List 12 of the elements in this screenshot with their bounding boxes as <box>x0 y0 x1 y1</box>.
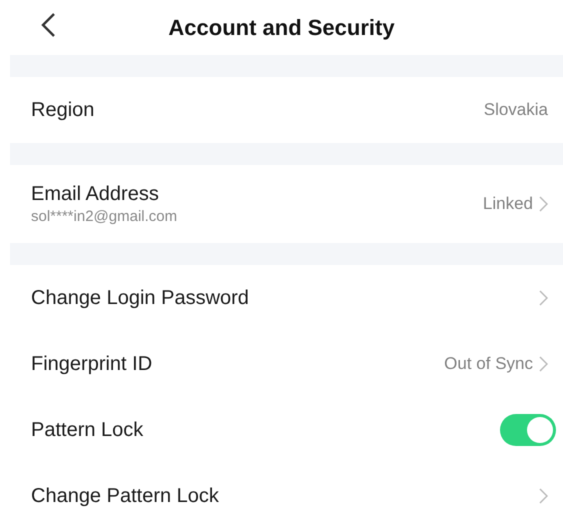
setting-label: Change Pattern Lock <box>31 484 220 508</box>
setting-label: Change Login Password <box>31 286 250 310</box>
setting-label: Pattern Lock <box>31 418 144 442</box>
setting-label: Region <box>31 98 96 122</box>
toggle-switch[interactable] <box>500 414 556 446</box>
setting-value: Out of Sync <box>444 354 533 374</box>
setting-label: Email Address <box>31 183 160 206</box>
setting-value: Linked <box>482 194 533 214</box>
setting-value: Slovakia <box>484 100 548 120</box>
setting-label: Fingerprint ID <box>31 352 154 376</box>
email-text: sol****in2@gmail.com <box>31 208 178 225</box>
page-title: Account and Security <box>168 14 395 40</box>
